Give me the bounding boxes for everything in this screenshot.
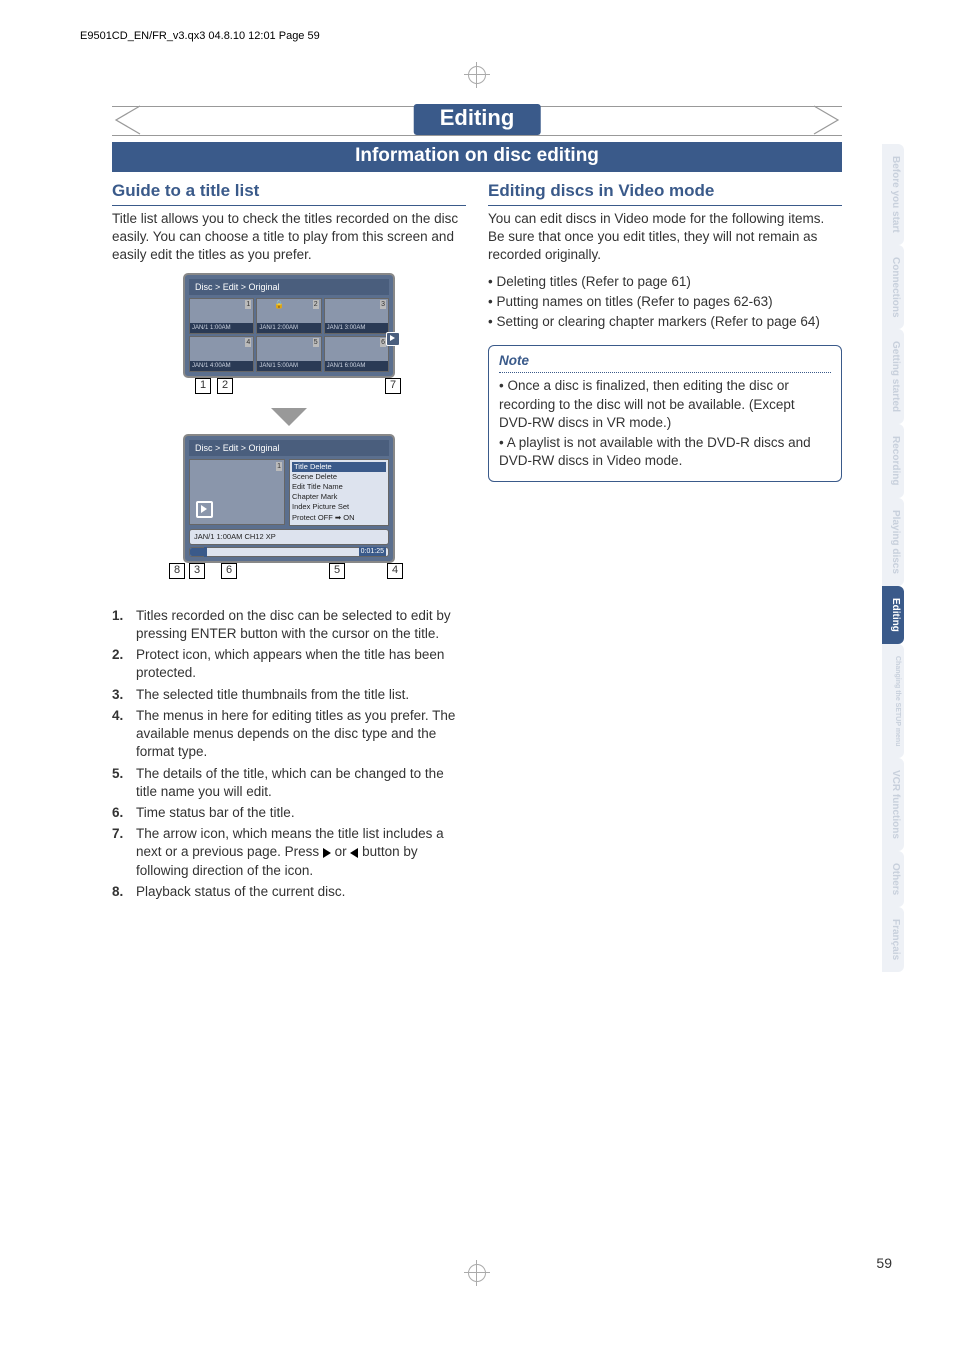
chapter-title: Editing xyxy=(414,104,541,135)
thumb-6: 6JAN/1 6:00AM xyxy=(324,336,389,372)
lock-icon: 🔒 xyxy=(274,300,284,311)
osd-menu-item: Scene Delete xyxy=(292,472,386,482)
left-intro: Title list allows you to check the title… xyxy=(112,210,466,265)
note-title: Note xyxy=(499,352,831,373)
callout-3: 3 xyxy=(189,563,205,579)
print-header: E9501CD_EN/FR_v3.qx3 04.8.10 12:01 Page … xyxy=(80,30,320,42)
osd-title-info: JAN/1 1:00AM CH12 XP xyxy=(189,529,389,545)
osd-breadcrumb: Disc > Edit > Original xyxy=(189,279,389,295)
callout-2: 2 xyxy=(217,378,233,394)
section-title: Information on disc editing xyxy=(112,142,842,172)
list-num: 2. xyxy=(112,646,136,682)
note-item: • Once a disc is finalized, then editing… xyxy=(499,377,831,432)
osd-time-value: 0:01:25 xyxy=(359,547,386,556)
title-list-diagram: Disc > Edit > Original 1JAN/1 1:00AM 🔒2J… xyxy=(159,273,419,585)
osd-menu-list: Title Delete Scene Delete Edit Title Nam… xyxy=(289,459,389,526)
osd-edit-menu: Disc > Edit > Original 1 Title Delete Sc… xyxy=(183,434,395,563)
list-item: The selected title thumbnails from the t… xyxy=(136,686,466,704)
side-tabs: Before you start Connections Getting sta… xyxy=(882,144,904,972)
tab-changing-setup[interactable]: Changing the SETUP menu xyxy=(882,644,904,759)
callout-6: 6 xyxy=(221,563,237,579)
thumb-2: 🔒2JAN/1 2:00AM xyxy=(256,298,321,334)
note-box: Note • Once a disc is finalized, then ed… xyxy=(488,345,842,481)
list7-text: or xyxy=(331,844,351,859)
callouts-top: 1 2 7 xyxy=(159,378,419,400)
callout-5: 5 xyxy=(329,563,345,579)
right-bullets: • Deleting titles (Refer to page 61) • P… xyxy=(488,273,842,332)
right-triangle-icon xyxy=(323,848,331,858)
list-num: 7. xyxy=(112,825,136,880)
next-page-arrow-icon xyxy=(386,332,400,346)
list-item: Titles recorded on the disc can be selec… xyxy=(136,607,466,643)
callout-8: 8 xyxy=(169,563,185,579)
osd-time-bar: 0:01:25 xyxy=(189,547,389,557)
right-heading: Editing discs in Video mode xyxy=(488,180,842,206)
callout-4: 4 xyxy=(387,563,403,579)
crop-mark-bottom xyxy=(464,1260,490,1291)
right-column: Editing discs in Video mode You can edit… xyxy=(488,180,842,904)
tab-connections[interactable]: Connections xyxy=(882,245,904,330)
note-item: • A playlist is not available with the D… xyxy=(499,434,831,470)
guide-list: 1.Titles recorded on the disc can be sel… xyxy=(112,607,466,901)
tab-getting-started[interactable]: Getting started xyxy=(882,329,904,424)
tab-before-you-start[interactable]: Before you start xyxy=(882,144,904,245)
chapter-banner: Editing xyxy=(112,102,842,138)
osd-menu-item: Index Picture Set xyxy=(292,502,386,512)
page-number: 59 xyxy=(876,1255,892,1271)
list-num: 6. xyxy=(112,804,136,822)
tab-editing[interactable]: Editing xyxy=(882,586,904,644)
left-heading: Guide to a title list xyxy=(112,180,466,206)
list-num: 5. xyxy=(112,765,136,801)
list-num: 1. xyxy=(112,607,136,643)
right-intro: You can edit discs in Video mode for the… xyxy=(488,210,842,265)
tab-vcr-functions[interactable]: VCR functions xyxy=(882,758,904,851)
callout-1: 1 xyxy=(195,378,211,394)
osd-breadcrumb-2: Disc > Edit > Original xyxy=(189,440,389,456)
thumb-3: 3JAN/1 3:00AM xyxy=(324,298,389,334)
list-num: 4. xyxy=(112,707,136,762)
list-num: 3. xyxy=(112,686,136,704)
bullet-item: • Deleting titles (Refer to page 61) xyxy=(488,273,842,291)
tab-francais[interactable]: Français xyxy=(882,907,904,972)
osd-menu-item: Protect OFF ➡ ON xyxy=(292,513,386,523)
play-status-icon xyxy=(196,501,213,518)
list-item: Protect icon, which appears when the tit… xyxy=(136,646,466,682)
tab-playing-discs[interactable]: Playing discs xyxy=(882,498,904,586)
osd-menu-item: Edit Title Name xyxy=(292,482,386,492)
list-item: The details of the title, which can be c… xyxy=(136,765,466,801)
bullet-item: • Setting or clearing chapter markers (R… xyxy=(488,313,842,331)
osd-title-list: Disc > Edit > Original 1JAN/1 1:00AM 🔒2J… xyxy=(183,273,395,378)
page-content: Editing Information on disc editing Guid… xyxy=(112,102,842,904)
list-item: The menus in here for editing titles as … xyxy=(136,707,466,762)
list-item: Playback status of the current disc. xyxy=(136,883,466,901)
callout-7: 7 xyxy=(385,378,401,394)
thumb-4: 4JAN/1 4:00AM xyxy=(189,336,254,372)
osd-menu-item: Title Delete xyxy=(292,462,386,472)
left-column: Guide to a title list Title list allows … xyxy=(112,180,466,904)
bullet-item: • Putting names on titles (Refer to page… xyxy=(488,293,842,311)
list-item-7: The arrow icon, which means the title li… xyxy=(136,825,466,880)
down-arrow-icon xyxy=(271,408,307,426)
crop-mark-top xyxy=(464,62,490,93)
thumb-1: 1JAN/1 1:00AM xyxy=(189,298,254,334)
tab-others[interactable]: Others xyxy=(882,851,904,907)
thumb-5: 5JAN/1 5:00AM xyxy=(256,336,321,372)
list-item: Time status bar of the title. xyxy=(136,804,466,822)
tab-recording[interactable]: Recording xyxy=(882,424,904,497)
callouts-bottom: 8 3 6 5 4 xyxy=(159,563,419,585)
osd-menu-item: Chapter Mark xyxy=(292,492,386,502)
list-num: 8. xyxy=(112,883,136,901)
osd-preview: 1 xyxy=(189,459,285,525)
